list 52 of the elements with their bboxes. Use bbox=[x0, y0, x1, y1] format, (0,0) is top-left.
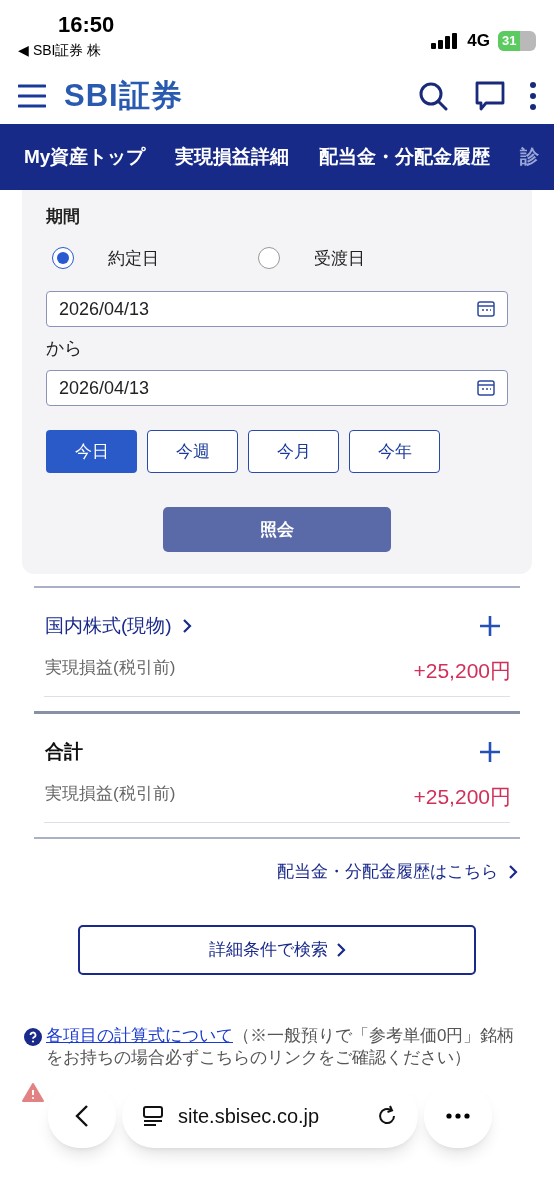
battery-level: 31 bbox=[498, 30, 521, 51]
range-button[interactable]: 今年 bbox=[349, 430, 440, 473]
formula-link[interactable]: 各項目の計算式について bbox=[46, 1025, 233, 1045]
date-field[interactable]: 2026/04/13 bbox=[46, 291, 508, 327]
address-bar[interactable]: site.sbisec.co.jp bbox=[122, 1084, 418, 1148]
period-label: 期間 bbox=[46, 206, 81, 228]
back-to-app-link[interactable]: ◀ SBI証券 株 bbox=[18, 40, 115, 60]
page-menu-icon[interactable] bbox=[142, 1105, 164, 1127]
nav-tab[interactable]: My資産トップ bbox=[24, 142, 146, 172]
nav-tab[interactable]: 診 bbox=[520, 142, 540, 172]
nav-tab[interactable]: 実現損益詳細 bbox=[175, 142, 290, 172]
radio-label[interactable]: 受渡日 bbox=[314, 245, 365, 271]
nav-tab[interactable]: 配当金・分配金履歴 bbox=[319, 142, 491, 172]
row-label: 実現損益(税引前) bbox=[45, 782, 176, 805]
signal-icon bbox=[431, 32, 460, 49]
calendar-icon[interactable] bbox=[477, 380, 495, 396]
help-icon bbox=[24, 1027, 42, 1046]
range-button[interactable]: 今日 bbox=[46, 430, 137, 473]
radio-button[interactable] bbox=[52, 247, 74, 270]
chevron-right-icon bbox=[508, 864, 518, 879]
chat-icon[interactable] bbox=[474, 80, 506, 112]
clock-time: 16:50 bbox=[58, 12, 115, 38]
plus-icon[interactable] bbox=[480, 742, 500, 763]
url-text[interactable]: site.sbisec.co.jp bbox=[178, 1101, 362, 1131]
warning-icon bbox=[22, 1082, 44, 1102]
row-label: 実現損益(税引前) bbox=[45, 656, 176, 679]
profit-value: +25,200円 bbox=[413, 783, 511, 810]
radio-button[interactable] bbox=[258, 247, 280, 270]
detail-search-button[interactable]: 詳細条件で検索 bbox=[78, 924, 476, 975]
reload-icon[interactable] bbox=[376, 1105, 398, 1127]
radio-label[interactable]: 約定日 bbox=[108, 245, 159, 271]
chevron-right-icon bbox=[335, 942, 346, 957]
profit-value: +25,200円 bbox=[413, 657, 511, 684]
chevron-right-icon bbox=[181, 619, 192, 634]
formula-note: 各項目の計算式について（※一般預りで「参考単価0円」銘柄をお持ちの場合必ずこちらのリンクをご確認ください） bbox=[46, 1024, 516, 1069]
calendar-icon[interactable] bbox=[477, 301, 495, 317]
range-button[interactable]: 今月 bbox=[248, 430, 339, 473]
logo[interactable]: SBI証券 bbox=[64, 72, 183, 120]
plus-icon[interactable] bbox=[480, 616, 500, 637]
search-icon[interactable] bbox=[418, 81, 448, 111]
range-suffix: から bbox=[46, 337, 83, 360]
back-icon bbox=[75, 1104, 89, 1128]
more-icon bbox=[446, 1113, 470, 1119]
date-field[interactable]: 2026/04/13 bbox=[46, 370, 508, 406]
inquiry-button[interactable]: 照会 bbox=[163, 507, 391, 552]
dividend-history-link[interactable]: 配当金・分配金履歴はこちら bbox=[277, 859, 498, 885]
menu-icon[interactable] bbox=[18, 83, 46, 109]
network-type: 4G bbox=[467, 30, 490, 52]
range-button[interactable]: 今週 bbox=[147, 430, 238, 473]
section-title: 合計 bbox=[45, 740, 83, 764]
more-icon[interactable] bbox=[530, 82, 536, 110]
section-link[interactable]: 国内株式(現物) bbox=[45, 612, 172, 641]
